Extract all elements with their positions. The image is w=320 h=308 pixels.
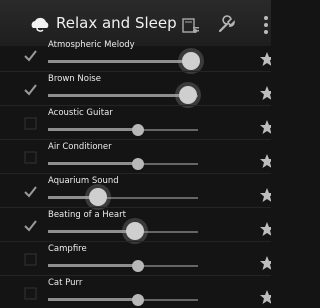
overflow-menu-icon[interactable] (262, 14, 270, 36)
star-icon[interactable] (259, 187, 271, 203)
volume-slider-thumb[interactable] (182, 52, 200, 70)
checkbox-unchecked[interactable] (24, 117, 37, 130)
star-icon[interactable] (259, 221, 271, 237)
checkbox-unchecked[interactable] (24, 287, 37, 300)
sound-label: Atmospheric Melody (48, 40, 135, 50)
sound-label: Beating of a Heart (48, 210, 126, 220)
checkbox-unchecked[interactable] (24, 151, 37, 164)
sound-label: Aquarium Sound (48, 176, 119, 186)
sound-row[interactable]: Campfire (0, 242, 271, 276)
star-icon[interactable] (259, 153, 271, 169)
sound-label: Campfire (48, 244, 87, 254)
volume-slider-thumb[interactable] (179, 86, 197, 104)
volume-slider-fill (48, 230, 135, 233)
volume-slider-thumb[interactable] (132, 158, 144, 170)
volume-slider-fill (48, 94, 188, 97)
cloud-moon-icon (31, 17, 49, 32)
checkbox-checked[interactable] (24, 185, 37, 198)
star-icon[interactable] (259, 85, 271, 101)
volume-slider-thumb[interactable] (132, 124, 144, 136)
sound-row[interactable]: Cat Purr (0, 276, 271, 308)
sound-row[interactable]: Aquarium Sound (0, 174, 271, 208)
sound-row[interactable]: Brown Noise (0, 72, 271, 106)
volume-slider-thumb[interactable] (89, 188, 107, 206)
volume-slider-fill (48, 162, 138, 165)
sound-row[interactable]: Beating of a Heart (0, 208, 271, 242)
star-icon[interactable] (259, 255, 271, 271)
star-icon[interactable] (259, 51, 271, 67)
star-icon[interactable] (259, 289, 271, 305)
sound-label: Air Conditioner (48, 142, 112, 152)
volume-slider-fill (48, 128, 138, 131)
volume-slider-fill (48, 264, 138, 267)
checkbox-checked[interactable] (24, 83, 37, 96)
checkbox-unchecked[interactable] (24, 253, 37, 266)
sound-row[interactable]: Air Conditioner (0, 140, 271, 174)
checkbox-checked[interactable] (24, 219, 37, 232)
sound-list: Atmospheric Melody Brown Noise Acoustic Gu… (0, 38, 271, 308)
sound-row[interactable]: Acoustic Guitar (0, 106, 271, 140)
sound-row[interactable]: Atmospheric Melody (0, 38, 271, 72)
checkbox-checked[interactable] (24, 49, 37, 62)
sound-label: Acoustic Guitar (48, 108, 113, 118)
wrench-icon[interactable] (216, 15, 236, 35)
volume-slider-fill (48, 60, 191, 63)
volume-slider-thumb[interactable] (126, 222, 144, 240)
timer-icon[interactable] (180, 16, 200, 36)
sound-label: Cat Purr (48, 278, 83, 288)
volume-slider-thumb[interactable] (132, 260, 144, 272)
volume-slider-fill (48, 298, 138, 301)
star-icon[interactable] (259, 119, 271, 135)
sound-label: Brown Noise (48, 74, 101, 84)
volume-slider-thumb[interactable] (132, 294, 144, 306)
app-title: Relax and Sleep (56, 14, 177, 32)
